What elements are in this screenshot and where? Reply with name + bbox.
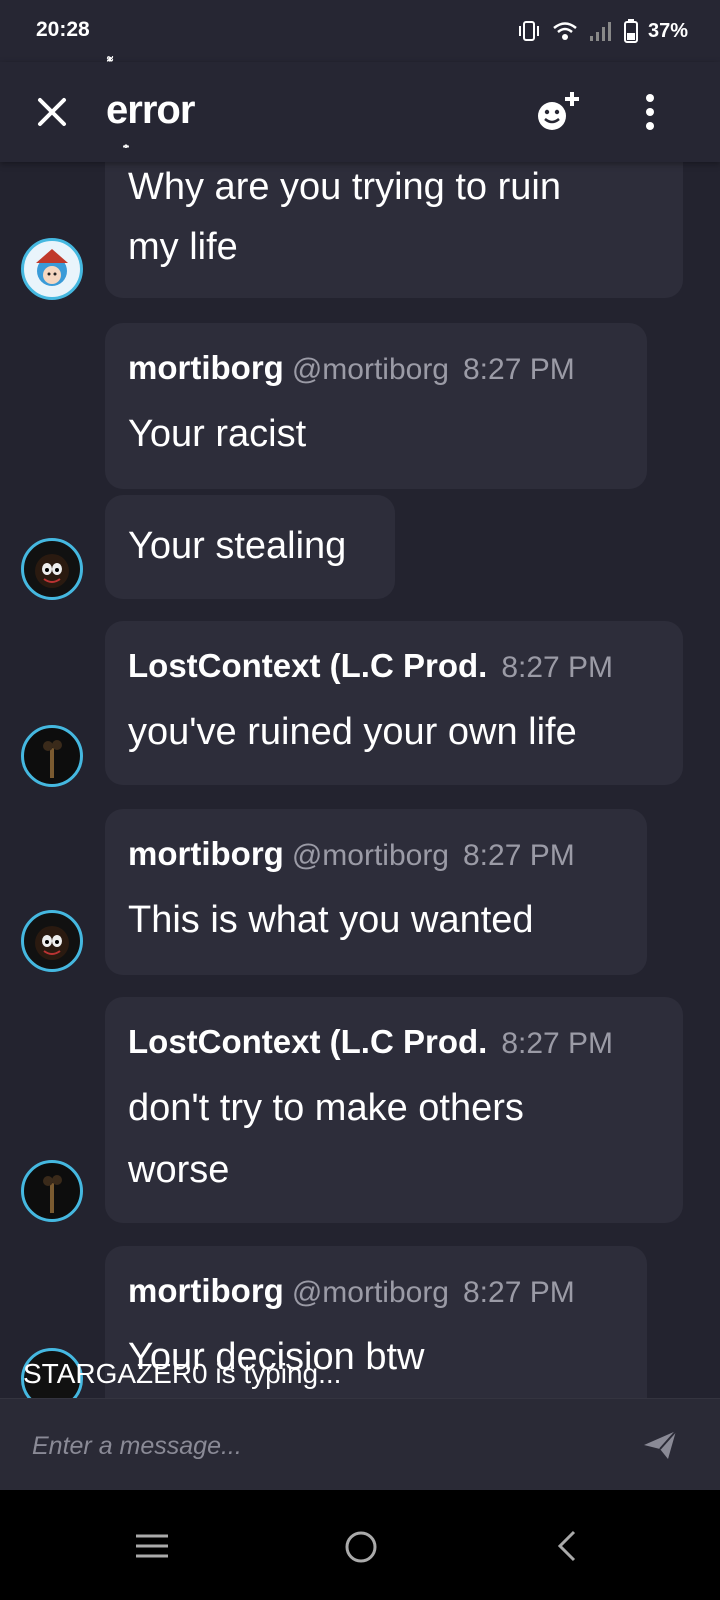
status-icons: 37% [516,18,688,44]
close-icon [38,98,66,126]
nav-home-button[interactable] [336,1522,386,1572]
avatar-character-image [43,1175,62,1213]
message-time: 8:27 PM [463,1276,575,1309]
message-text: my life [128,226,238,268]
status-time: 20:28 [36,18,90,41]
nav-back-button[interactable] [544,1522,594,1572]
avatar[interactable] [21,1160,83,1222]
message-author[interactable]: mortiborg [128,835,284,872]
send-icon [644,1430,677,1459]
home-circle-icon [345,1531,377,1563]
message-text: Your stealing [128,525,347,567]
message-text: This is what you wanted [128,899,534,941]
title-bottom-marks: ̥̦̤ [126,128,132,148]
message-text: don't try to make others [128,1087,524,1129]
system-nav-bar [0,1490,720,1600]
message-header: mortiborg @mortiborg 8:27 PM [128,349,575,387]
nav-menu-button[interactable] [128,1522,178,1572]
send-button[interactable] [640,1427,680,1463]
composer-bar [0,1398,720,1491]
add-member-button[interactable] [536,90,586,134]
status-bar: 20:28 37% [0,0,720,62]
message-input[interactable] [30,1423,594,1469]
avatar[interactable] [21,910,83,972]
more-options-button[interactable] [634,92,666,132]
back-chevron-icon [557,1530,576,1562]
message-text: you've ruined your own life [128,711,577,753]
message-header: LostContext (L.C Prod. 8:27 PM [128,647,613,685]
chat-title: error [106,88,195,132]
avatar-character-image [43,740,62,778]
message-author[interactable]: mortiborg [128,1272,284,1309]
message-time: 8:27 PM [463,353,575,386]
message-text: Your racist [128,413,307,455]
message-time: 8:27 PM [463,839,575,872]
message-time: 8:27 PM [501,1027,614,1060]
avatar-character-image [36,249,68,286]
message-time: 8:27 PM [501,651,614,684]
vibrate-icon [518,21,539,41]
message-bubble[interactable]: Your stealing [105,495,395,599]
wifi-icon [553,22,577,40]
message-header: mortiborg @mortiborg 8:27 PM [128,835,575,873]
message-bubble[interactable]: mortiborg @mortiborg 8:27 PM Your racist [105,323,647,489]
title-top-marks: ͌̾̽ [110,56,116,76]
avatar-character-image [35,554,69,588]
avatar-character-image [35,926,69,960]
message-bubble[interactable]: mortiborg @mortiborg 8:27 PM This is what … [105,809,647,975]
message-bubble[interactable]: LostContext (L.C Prod. 8:27 PM you've rui… [105,621,683,785]
avatar[interactable] [21,538,83,600]
battery-icon [623,19,638,43]
typing-indicator: STARGAZER0 is typing... [23,1358,342,1389]
message-list[interactable]: Why are you trying to ruin my life morti… [0,162,720,1426]
message-author[interactable]: mortiborg [128,349,284,386]
message-bubble[interactable]: Why are you trying to ruin my life [105,162,683,298]
avatar[interactable] [21,238,83,300]
message-header: mortiborg @mortiborg 8:27 PM [128,1272,575,1310]
close-button[interactable] [32,92,72,132]
message-bubble[interactable]: LostContext (L.C Prod. 8:27 PM don't try … [105,997,683,1223]
message-header: LostContext (L.C Prod. 8:27 PM [128,1023,613,1061]
avatar[interactable] [21,725,83,787]
message-author[interactable]: LostContext (L.C Prod. [128,1023,487,1061]
message-handle: @mortiborg [291,839,449,872]
message-author[interactable]: LostContext (L.C Prod. [128,647,487,685]
message-text: worse [128,1149,230,1191]
more-vertical-icon [646,94,654,130]
battery-percent: 37% [647,19,688,42]
menu-icon [136,1534,168,1558]
message-handle: @mortiborg [291,353,449,386]
message-handle: @mortiborg [291,1276,449,1309]
chat-header: ͌̾̽ error ̥̦̤ [0,62,720,162]
message-text: Why are you trying to ruin [128,166,561,208]
add-member-icon [538,92,579,130]
signal-icon [589,22,611,41]
